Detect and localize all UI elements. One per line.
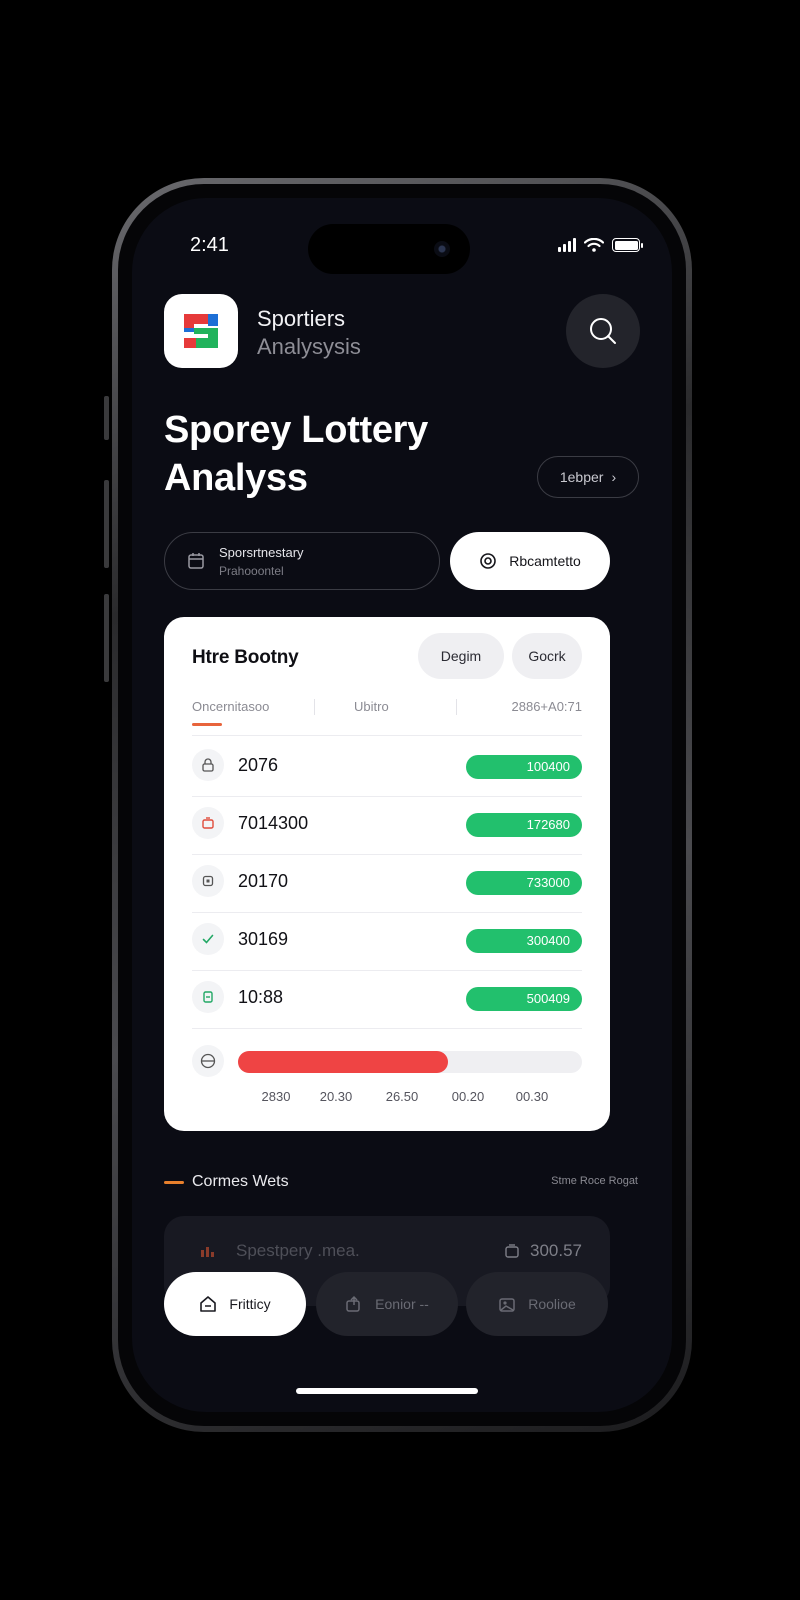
section-accent	[164, 1181, 184, 1184]
row-value: 2076	[238, 755, 279, 775]
axis-tick-label: 00.30	[515, 1089, 549, 1104]
page-title: Sporey Lottery Analyss	[164, 406, 504, 502]
table-row[interactable]: 2076 100400	[192, 739, 582, 797]
row-value: 7014300	[238, 813, 309, 833]
brand-subtitle: Analysysis	[257, 334, 361, 359]
column-divider	[314, 699, 315, 715]
status-icons	[558, 238, 643, 252]
tab-second[interactable]: Eonior --	[316, 1272, 458, 1336]
row-badge: 300400	[466, 929, 582, 953]
column-header-1[interactable]: Oncernitasoo	[192, 699, 269, 714]
brand-name: Sportiers	[257, 306, 346, 331]
square-icon	[192, 865, 224, 897]
tab-home[interactable]: Fritticy	[164, 1272, 306, 1336]
page-title-line-2: Analyss	[164, 457, 308, 499]
calendar-icon	[188, 553, 204, 569]
filter-chip-b[interactable]: Gocrk	[512, 633, 582, 679]
section-title: Cormes Wets	[192, 1173, 289, 1190]
row-badge: 500409	[466, 987, 582, 1011]
table-row[interactable]: 7014300 172680	[192, 797, 582, 855]
card-title: Htre Bootny	[192, 647, 299, 668]
chevron-right-icon: ›	[611, 469, 617, 485]
share-icon	[346, 1295, 360, 1312]
tab-second-label: Eonior --	[375, 1296, 429, 1312]
action-button	[104, 396, 109, 440]
pill-button[interactable]: 1ebper ›	[537, 456, 639, 498]
check-icon	[192, 923, 224, 955]
column-header-3[interactable]: 2886+A0:71	[512, 699, 582, 714]
active-column-indicator	[192, 723, 222, 726]
row-badge: 172680	[466, 813, 582, 837]
phone-screen: 2:41 Sportiers Analysysis Sporey Lottery…	[132, 198, 672, 1412]
axis-tick-label: 26.50	[385, 1089, 419, 1104]
phone-bezel: 2:41 Sportiers Analysysis Sporey Lottery…	[118, 184, 686, 1426]
column-header-2[interactable]: Ubitro	[354, 699, 389, 714]
list-item-amount: 300.57	[530, 1241, 582, 1260]
segment-left-title: Sporsrtnestary	[219, 544, 304, 560]
table-row[interactable]: 30169 300400	[192, 913, 582, 971]
results-card: Htre Bootny Degim Gocrk Oncernitasoo Ubi…	[164, 617, 610, 1131]
image-icon	[499, 1298, 515, 1312]
home-icon	[200, 1296, 217, 1312]
tab-home-label: Fritticy	[229, 1296, 271, 1312]
table-row[interactable]: 20170 733000	[192, 855, 582, 913]
list-item-text: Spestpery .mea.	[236, 1241, 360, 1260]
row-badge: 733000	[466, 871, 582, 895]
row-badge: 100400	[466, 755, 582, 779]
page-title-line-1: Sporey Lottery	[164, 409, 428, 451]
tab-third-label: Roolioe	[528, 1296, 576, 1312]
header-divider	[192, 735, 582, 736]
segment-right-button[interactable]: Rbcamtetto	[450, 532, 610, 590]
axis-tick-label: 00.20	[451, 1089, 485, 1104]
wifi-icon	[584, 238, 604, 252]
progress-row	[192, 1041, 582, 1081]
search-icon	[590, 318, 616, 344]
pill-button-label: 1ebper	[559, 469, 604, 485]
app-logo	[164, 294, 238, 368]
chart-bars-icon	[201, 1247, 214, 1257]
ticket-icon	[192, 807, 224, 839]
segment-left-text: Sporsrtnestary Prahooontel	[219, 545, 304, 578]
segment-right-label: Rbcamtetto	[509, 553, 581, 569]
app-logo-icon	[184, 314, 218, 348]
row-value: 30169	[238, 929, 289, 949]
table-row[interactable]: 10:88 500409	[192, 971, 582, 1029]
row-divider	[192, 1028, 582, 1029]
row-value: 20170	[238, 871, 289, 891]
axis-tick-label: 2830	[261, 1089, 291, 1104]
axis-tick-label: 20.30	[319, 1089, 353, 1104]
home-indicator[interactable]	[296, 1388, 478, 1394]
progress-track	[238, 1051, 582, 1073]
lock-icon	[192, 749, 224, 781]
status-time: 2:41	[190, 234, 229, 256]
column-divider	[456, 699, 457, 715]
phone-frame: 2:41 Sportiers Analysysis Sporey Lottery…	[112, 178, 692, 1432]
row-value: 10:88	[238, 987, 284, 1007]
cellular-signal-icon	[558, 238, 576, 252]
cash-icon	[192, 981, 224, 1013]
battery-icon	[612, 238, 643, 252]
front-camera	[434, 241, 450, 257]
segment-left-button[interactable]: Sporsrtnestary Prahooontel	[164, 532, 440, 590]
segment-left-subtitle: Prahooontel	[219, 563, 284, 578]
list-item-amount-group: 300.57	[504, 1241, 582, 1261]
progress-fill	[238, 1051, 448, 1073]
filter-chip-a[interactable]: Degim	[418, 633, 504, 679]
globe-icon	[192, 1045, 224, 1077]
dynamic-island	[308, 224, 470, 274]
volume-down-button	[104, 594, 109, 682]
tab-third[interactable]: Roolioe	[466, 1272, 608, 1336]
search-button[interactable]	[566, 294, 640, 368]
volume-up-button	[104, 480, 109, 568]
wallet-icon	[505, 1244, 519, 1258]
search-small-icon	[480, 553, 497, 569]
section-link[interactable]: Stme Roce Rogat	[551, 1175, 638, 1187]
